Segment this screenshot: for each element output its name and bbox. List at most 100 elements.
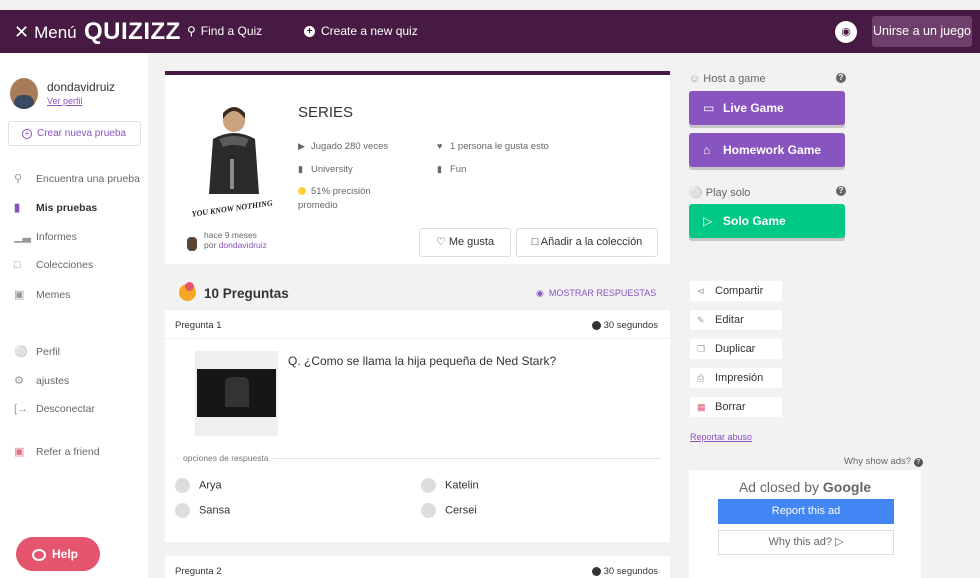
question-text: Q. ¿Como se llama la hija pequeña de Ned… [288,354,557,368]
sidebar-item-reports[interactable]: ▁▃ Informes [14,230,77,243]
edit-label: Editar [715,314,744,326]
quiz-likes: ♥ 1 persona le gusta esto [437,141,549,152]
search-icon: ⚲ [187,24,196,38]
edit-icon: ✎ [697,315,705,325]
heart-outline-icon: ♡ [435,236,446,248]
sidebar-item-my-quizzes[interactable]: ▮ Mis pruebas [14,201,97,214]
play-outline-icon: ▷ [703,214,713,228]
quiz-plays-text: Jugado 280 veces [311,141,389,152]
avatar[interactable] [10,78,38,109]
report-ad-button[interactable]: Report this ad [718,499,894,524]
play-icon: ▶ [298,141,305,151]
bar-chart-icon: ▁▃ [14,231,31,243]
report-abuse-link[interactable]: Reportar abuso [690,432,752,442]
created-by-prefix: por [204,240,217,250]
quiz-info-card: YOU KNOW NOTHING SERIES ▶ Jugado 280 vece… [165,71,670,264]
sidebar-item-memes[interactable]: ▣ Memes [14,288,70,301]
right-panel: ☺ Host a game ? ▭ Live Game ⌂ Homework Gam… [689,0,979,578]
share-label: Compartir [715,285,764,297]
questions-count: 10 Preguntas [204,286,289,301]
quiz-image-caption: YOU KNOW NOTHING [191,198,273,218]
quiz-accuracy-line2: promedio [298,200,338,211]
create-new-quiz-button[interactable]: + Crear nueva prueba [8,121,141,146]
menu-label: Menú [34,23,77,42]
print-label: Impresión [715,372,764,384]
play-solo-title: ⚪ Play solo [689,186,750,199]
quiz-likes-text: 1 persona le gusta esto [450,141,549,152]
solo-game-button[interactable]: ▷ Solo Game [689,204,845,238]
folder-icon: □ [14,259,21,271]
sidebar-item-label: ajustes [36,375,70,387]
quizizz-logo[interactable]: QUIZIZZ [84,18,181,46]
host-game-title-text: Host a game [703,73,766,85]
eye-icon: ◉ [536,288,544,298]
sidebar-item-find-quiz[interactable]: ⚲ Encuentra una prueba [14,172,140,185]
edit-button[interactable]: ✎ Editar [690,310,782,330]
clock-icon [591,320,601,330]
show-answers-button[interactable]: ◉ MOSTRAR RESPUESTAS [536,288,656,299]
like-button-label: Me gusta [448,236,495,248]
answer-option-text: Arya [199,479,222,492]
clock-icon [591,566,601,576]
question-time-text: 30 segundos [603,320,658,331]
option-circle-icon [421,478,436,493]
share-button[interactable]: ⊲ Compartir [690,281,782,301]
question-time-text: 30 segundos [603,566,658,577]
question-card: Pregunta 2 30 segundos [165,556,670,578]
view-profile-link[interactable]: Ver perfil [47,96,83,106]
quiz-title: SERIES [298,104,354,121]
question-number: Pregunta 2 [175,566,222,577]
play-solo-title-text: Play solo [705,187,751,199]
why-this-ad-button[interactable]: Why this ad? ▷ [718,530,894,555]
sidebar-item-refer-friend[interactable]: ▣ Refer a friend [14,445,100,458]
author-link[interactable]: dondavidruiz [219,240,267,250]
play-outline-icon: ▷ [835,536,844,548]
sidebar-item-label: Colecciones [36,259,94,271]
help-button[interactable]: Help [16,537,100,571]
create-quiz-link[interactable]: + Create a new quiz [304,24,418,38]
user-icon: ⚪ [14,346,28,358]
delete-label: Borrar [715,401,746,413]
sidebar: dondavidruiz Ver perfil + Crear nueva pru… [0,53,148,578]
sidebar-item-collections[interactable]: □ Colecciones [14,259,93,271]
add-to-collection-button[interactable]: □ Añadir a la colección [516,228,658,257]
find-quiz-link[interactable]: ⚲ Find a Quiz [187,24,262,38]
question-card: Pregunta 1 30 segundos Q. ¿Como se llama… [165,310,670,542]
question-mark-icon[interactable]: ? [836,73,846,83]
quiz-level-text: University [311,164,353,175]
delete-button[interactable]: ▦ Borrar [690,397,782,417]
user-icon: ⚪ [689,187,703,199]
homework-game-label: Homework Game [723,143,822,157]
divider [165,338,670,339]
why-show-ads-link[interactable]: Why show ads? ? [844,456,923,467]
question-mark-icon[interactable]: ? [836,186,846,196]
author-avatar [187,237,197,251]
image-icon: ▣ [14,289,25,301]
help-label: Help [52,547,79,561]
print-icon: ⎙ [697,373,705,383]
live-game-label: Live Game [723,101,784,115]
menu-button[interactable]: ✕ Menú [14,22,77,43]
gear-icon: ⚙ [14,375,24,387]
find-quiz-label: Find a Quiz [200,24,263,38]
logout-icon: [→ [14,403,29,415]
quiz-plays: ▶ Jugado 280 veces [298,141,388,152]
sidebar-item-settings[interactable]: ⚙ ajustes [14,374,69,387]
close-icon: ✕ [14,22,30,42]
quiz-level: ▮ University [298,164,353,175]
sidebar-item-logout[interactable]: [→ Desconectar [14,403,95,415]
answer-option: Cersei [421,503,477,518]
question-number: Pregunta 1 [175,320,222,331]
heart-icon: ♥ [437,141,443,151]
live-game-button[interactable]: ▭ Live Game [689,91,845,125]
ad-closed-text: Ad closed by Google [689,479,921,495]
homework-game-button[interactable]: ⌂ Homework Game [689,133,845,167]
create-new-quiz-label: Crear nueva prueba [37,128,126,139]
sidebar-item-label: Informes [36,231,77,243]
sidebar-item-profile[interactable]: ⚪ Perfil [14,345,60,358]
print-button[interactable]: ⎙ Impresión [690,368,782,388]
answer-options-label: opciones de respuesta [179,453,273,463]
like-button[interactable]: ♡ Me gusta [419,228,511,257]
duplicate-label: Duplicar [715,343,756,355]
duplicate-button[interactable]: ❐ Duplicar [690,339,782,359]
